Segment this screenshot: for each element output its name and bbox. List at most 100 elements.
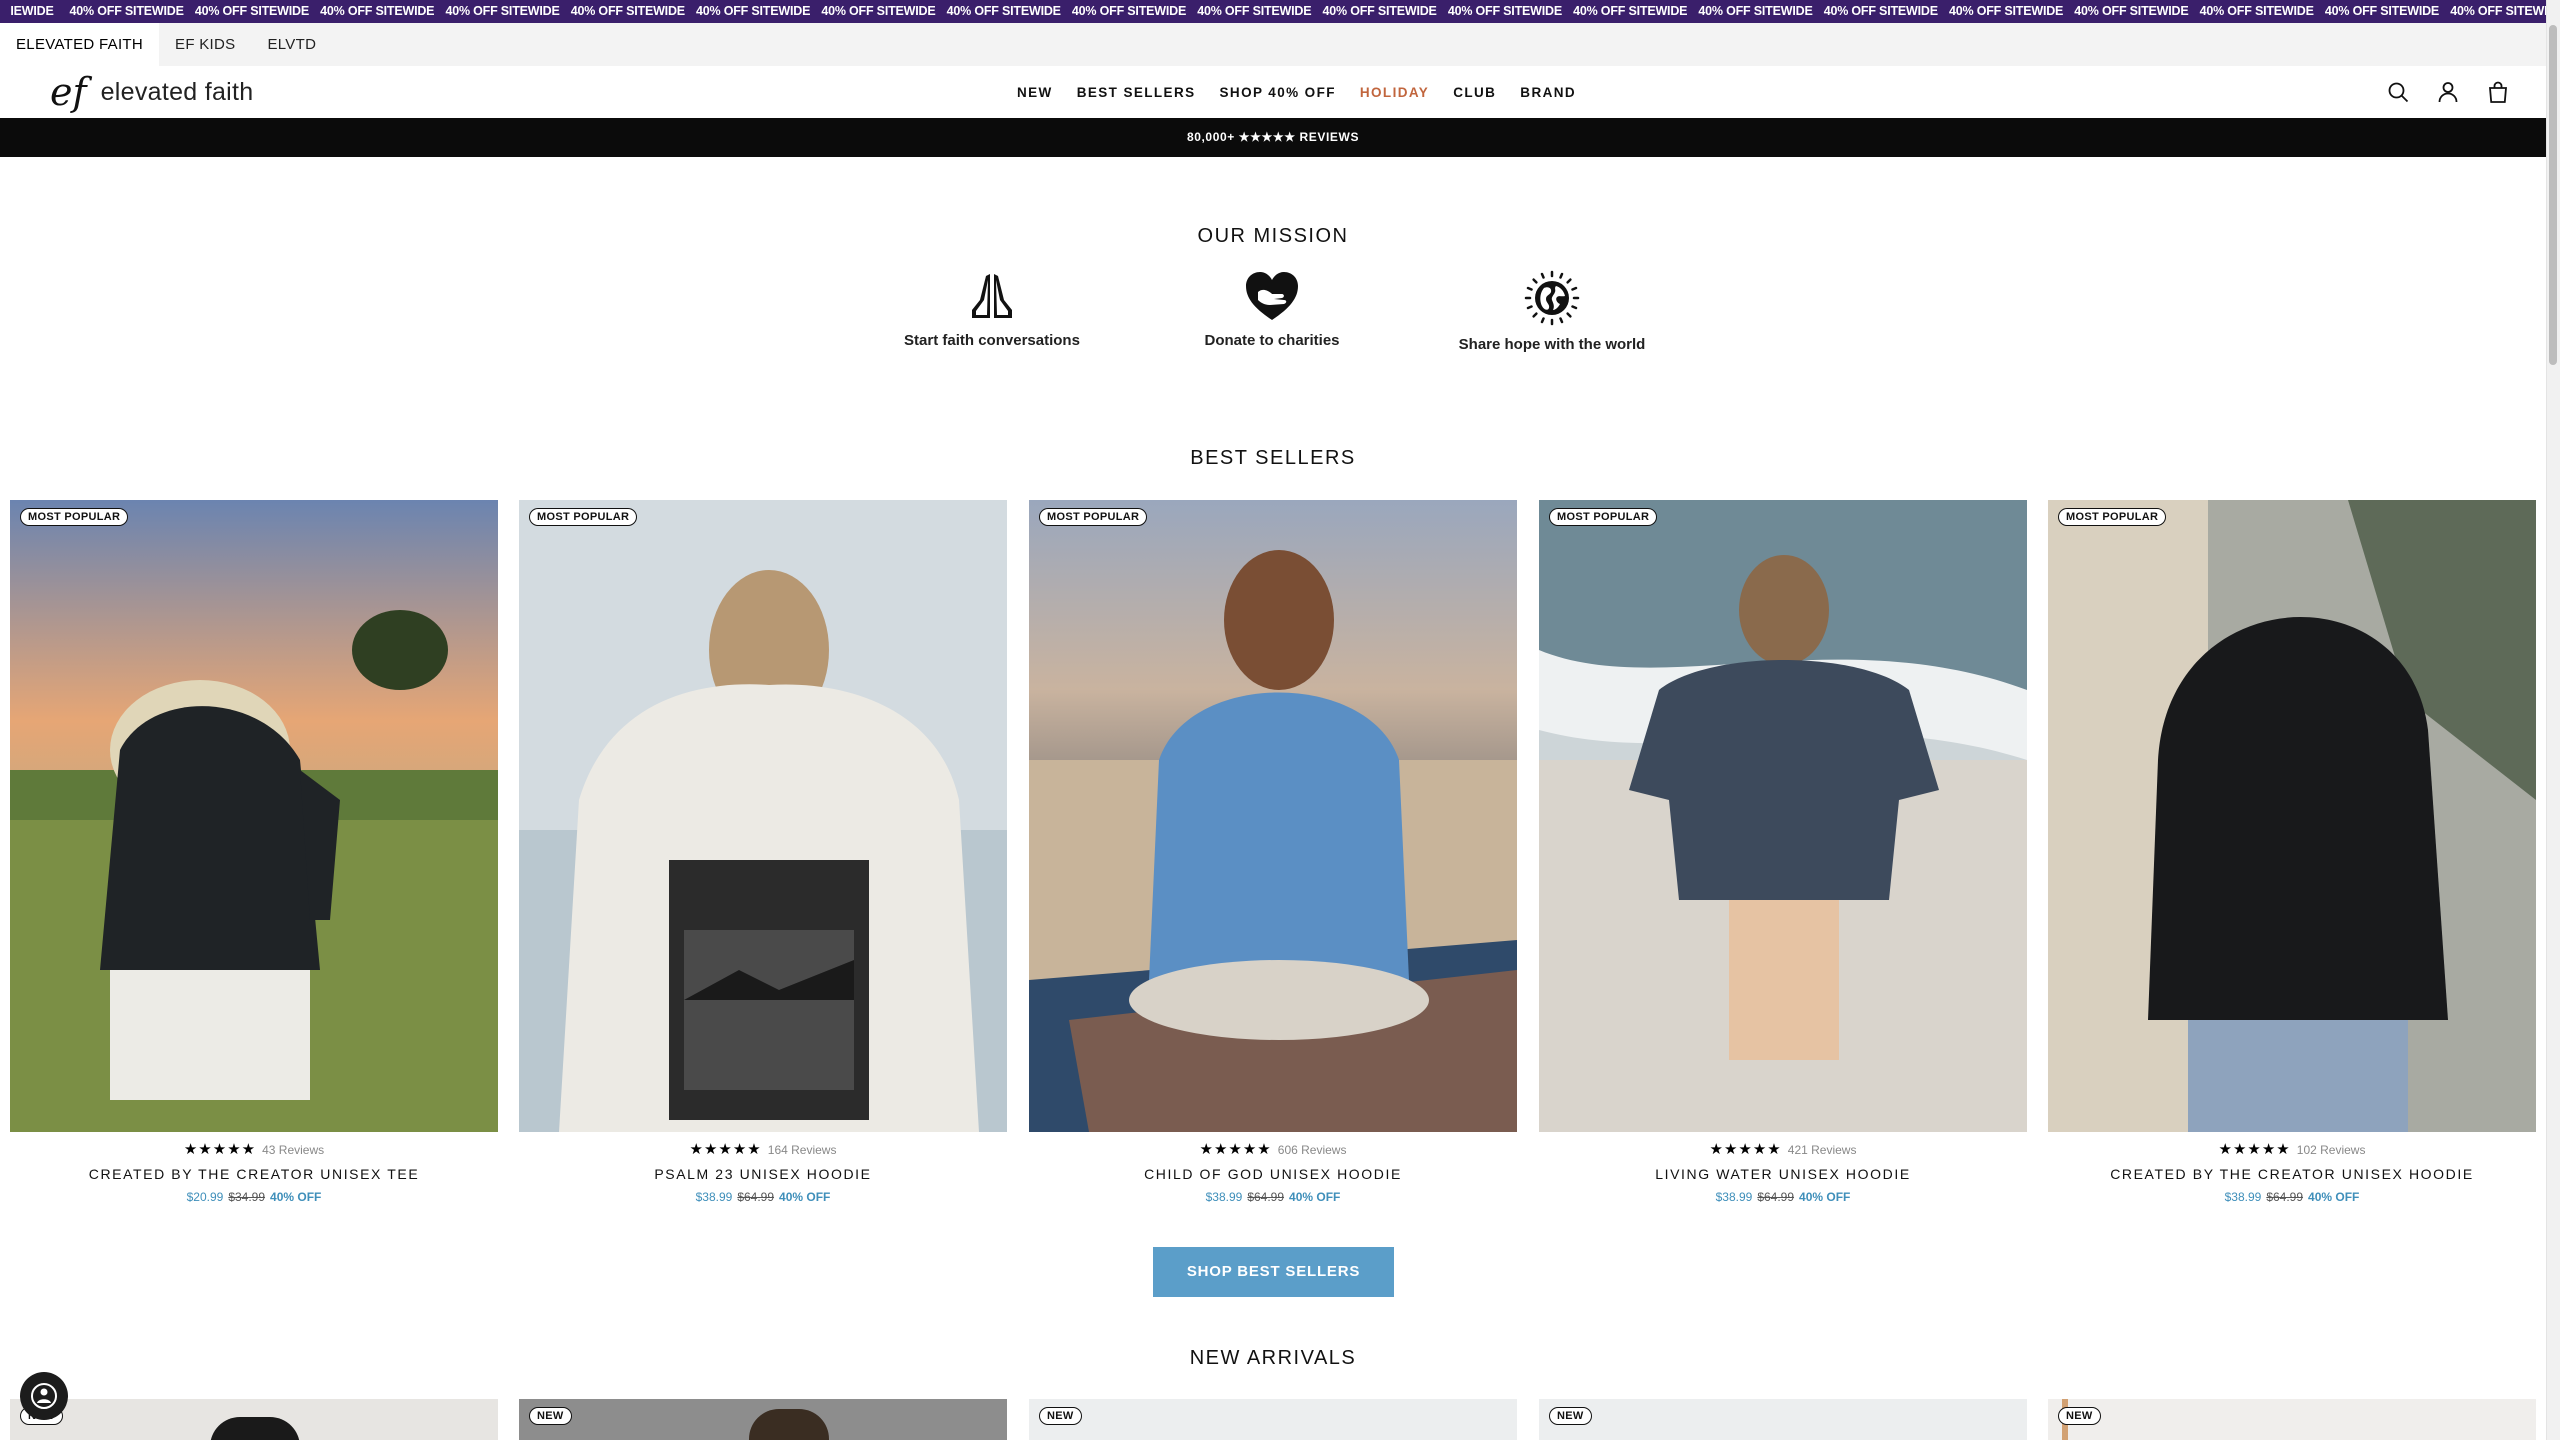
- site-header: ef elevated faith NEW BEST SELLERS SHOP …: [0, 66, 2546, 118]
- accessibility-icon: [31, 1383, 57, 1409]
- promo-item: 40% OFF SITEWIDE: [1823, 4, 1938, 18]
- mission-row: Start faith conversations Donate to char…: [872, 270, 1672, 360]
- sale-price: $38.99: [2224, 1190, 2262, 1204]
- product-name[interactable]: CREATED BY THE CREATOR UNISEX TEE: [10, 1166, 498, 1182]
- logo-wordmark: elevated faith: [100, 77, 254, 106]
- brand-switcher: ELEVATED FAITH EF KIDS ELVTD: [0, 23, 2546, 66]
- promo-item: 40% OFF SITEWIDE: [1197, 4, 1312, 18]
- product-card: MOST POPULAR ★★★★★ 421 Reviews LIVING WA…: [1539, 500, 2027, 1204]
- brand-tab-elvtd[interactable]: ELVTD: [251, 23, 332, 66]
- product-price: $38.99 $64.99 40% OFF: [1539, 1190, 2027, 1204]
- reviews-bar[interactable]: 80,000+ ★★★★★ REVIEWS: [0, 118, 2546, 157]
- accessibility-button[interactable]: [20, 1372, 68, 1420]
- nav-club[interactable]: CLUB: [1453, 85, 1496, 100]
- mission-item-share-hope: Share hope with the world: [1432, 270, 1672, 353]
- logo-mark: ef: [50, 70, 87, 114]
- praying-hands-icon: [972, 274, 1012, 318]
- review-count[interactable]: 164 Reviews: [768, 1143, 837, 1157]
- product-badge: MOST POPULAR: [529, 508, 638, 526]
- product-image[interactable]: MOST POPULAR: [1029, 500, 1517, 1132]
- sale-price: $38.99: [1205, 1190, 1243, 1204]
- product-price: $38.99 $64.99 40% OFF: [519, 1190, 1007, 1204]
- product-badge: NEW: [2058, 1407, 2101, 1425]
- product-badge: NEW: [1549, 1407, 1592, 1425]
- product-image[interactable]: MOST POPULAR: [1539, 500, 2027, 1132]
- product-photo-created-hoodie: [2048, 500, 2536, 1132]
- shop-best-sellers-button[interactable]: SHOP BEST SELLERS: [1153, 1247, 1394, 1297]
- promo-item: 40% OFF SITEWIDE: [445, 4, 560, 18]
- compare-price: $64.99: [737, 1190, 775, 1204]
- rating-row: ★★★★★ 421 Reviews: [1539, 1142, 2027, 1158]
- account-icon[interactable]: [2436, 80, 2460, 104]
- discount-label: 40% OFF: [1799, 1190, 1851, 1204]
- product-image[interactable]: MOST POPULAR: [2048, 500, 2536, 1132]
- nav-best-sellers[interactable]: BEST SELLERS: [1077, 85, 1196, 100]
- product-image[interactable]: MOST POPULAR: [519, 500, 1007, 1132]
- new-arrival-card[interactable]: NEW: [2048, 1399, 2536, 1440]
- product-card: MOST POPULAR ★★★★★ 606 Reviews CHILD OF …: [1029, 500, 1517, 1204]
- cart-icon[interactable]: [2486, 80, 2510, 104]
- rating-row: ★★★★★ 102 Reviews: [2048, 1142, 2536, 1158]
- promo-item: 40% OFF SITEWIDE: [2324, 4, 2440, 18]
- discount-label: 40% OFF: [270, 1190, 322, 1204]
- promo-item: 40% OFF SITEWIDE: [1573, 4, 1688, 18]
- product-image[interactable]: MOST POPULAR: [10, 500, 498, 1132]
- product-badge: MOST POPULAR: [2058, 508, 2167, 526]
- promo-item: 40% OFF SITEWIDE: [1698, 4, 1813, 18]
- sale-price: $38.99: [1715, 1190, 1753, 1204]
- rating-row: ★★★★★ 43 Reviews: [10, 1142, 498, 1158]
- product-card: MOST POPULAR ★★★★★ 164 Reviews PSALM 23 …: [519, 500, 1007, 1204]
- brand-tab-elevated-faith[interactable]: ELEVATED FAITH: [0, 23, 160, 66]
- product-image: [749, 1409, 829, 1440]
- product-badge: MOST POPULAR: [1039, 508, 1148, 526]
- product-name[interactable]: PSALM 23 UNISEX HOODIE: [519, 1166, 1007, 1182]
- new-arrival-card[interactable]: NEW: [519, 1399, 1007, 1440]
- compare-price: $64.99: [1757, 1190, 1795, 1204]
- nav-shop-40-off[interactable]: SHOP 40% OFF: [1220, 85, 1336, 100]
- mission-label: Share hope with the world: [1458, 336, 1646, 353]
- mission-title: OUR MISSION: [1197, 225, 1349, 247]
- nav-brand[interactable]: BRAND: [1520, 85, 1576, 100]
- rating-stars: ★★★★★: [689, 1141, 762, 1158]
- compare-price: $34.99: [228, 1190, 266, 1204]
- new-arrivals-title: NEW ARRIVALS: [1189, 1347, 1357, 1369]
- rating-row: ★★★★★ 164 Reviews: [519, 1142, 1007, 1158]
- product-badge: MOST POPULAR: [20, 508, 129, 526]
- review-count[interactable]: 102 Reviews: [2297, 1143, 2366, 1157]
- promo-item: IEWIDE: [10, 4, 54, 18]
- promo-item: 40% OFF SITEWIDE: [696, 4, 811, 18]
- product-name[interactable]: CHILD OF GOD UNISEX HOODIE: [1029, 1166, 1517, 1182]
- sale-price: $20.99: [186, 1190, 224, 1204]
- nav-holiday[interactable]: HOLIDAY: [1360, 85, 1429, 100]
- review-count[interactable]: 43 Reviews: [262, 1143, 324, 1157]
- compare-price: $64.99: [1247, 1190, 1285, 1204]
- product-photo-living-water-hoodie: [1539, 500, 2027, 1132]
- scrollbar-thumb[interactable]: [2549, 25, 2557, 365]
- new-arrival-card[interactable]: NEW: [10, 1399, 498, 1440]
- search-icon[interactable]: [2386, 80, 2410, 104]
- product-photo-child-of-god-hoodie: [1029, 500, 1517, 1132]
- new-arrival-card[interactable]: NEW: [1539, 1399, 2027, 1440]
- promo-item: 40% OFF SITEWIDE: [2074, 4, 2189, 18]
- review-count[interactable]: 421 Reviews: [1788, 1143, 1857, 1157]
- review-count[interactable]: 606 Reviews: [1278, 1143, 1347, 1157]
- promo-item: 40% OFF SITEWIDE: [1071, 4, 1187, 18]
- product-price: $20.99 $34.99 40% OFF: [10, 1190, 498, 1204]
- rating-stars: ★★★★★: [1199, 1141, 1272, 1158]
- brand-tab-ef-kids[interactable]: EF KIDS: [159, 23, 251, 66]
- nav-new[interactable]: NEW: [1017, 85, 1053, 100]
- product-price: $38.99 $64.99 40% OFF: [2048, 1190, 2536, 1204]
- product-badge: NEW: [529, 1407, 572, 1425]
- product-name[interactable]: LIVING WATER UNISEX HOODIE: [1539, 1166, 2027, 1182]
- sale-price: $38.99: [695, 1190, 733, 1204]
- rating-row: ★★★★★ 606 Reviews: [1029, 1142, 1517, 1158]
- rating-stars: ★★★★★: [2218, 1141, 2291, 1158]
- mission-label: Start faith conversations: [904, 332, 1080, 349]
- promo-item: 40% OFF SITEWIDE: [320, 4, 435, 18]
- logo[interactable]: ef elevated faith: [50, 70, 254, 114]
- product-name[interactable]: CREATED BY THE CREATOR UNISEX HOODIE: [2048, 1166, 2536, 1182]
- new-arrival-card[interactable]: NEW: [1029, 1399, 1517, 1440]
- product-card: MOST POPULAR ★★★★★ 43 Reviews CREATED BY…: [10, 500, 498, 1204]
- promo-item: 40% OFF SITEWIDE: [1322, 4, 1437, 18]
- rating-stars: ★★★★★: [183, 1141, 257, 1158]
